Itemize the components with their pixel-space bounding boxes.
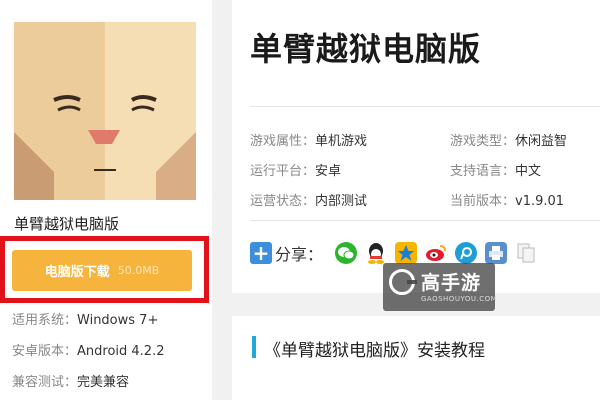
tutorial-card: 《单臂越狱电脑版》安装教程 bbox=[232, 316, 600, 400]
attr-platform: 运行平台：安卓 bbox=[250, 160, 341, 179]
meta-row-os: 适用系统：Windows 7+ bbox=[12, 309, 158, 328]
attr-key: 游戏属性： bbox=[250, 134, 316, 149]
share-label: 分享： bbox=[275, 245, 324, 264]
attr-game-property: 游戏属性：单机游戏 bbox=[250, 130, 367, 149]
divider bbox=[250, 106, 600, 107]
meta-row-android: 安卓版本：Android 4.2.2 bbox=[12, 340, 165, 359]
attr-value: 安卓 bbox=[315, 164, 342, 179]
watermark-text: 高手游 bbox=[421, 272, 482, 294]
attr-key: 运营状态： bbox=[250, 194, 316, 209]
section-accent-bar bbox=[252, 336, 256, 358]
meta-key: 安卓版本： bbox=[12, 344, 78, 359]
page-title: 单臂越狱电脑版 bbox=[250, 30, 482, 68]
attr-key: 运行平台： bbox=[250, 164, 316, 179]
attr-key: 当前版本： bbox=[450, 194, 516, 209]
attr-value: v1.9.01 bbox=[515, 194, 565, 209]
attr-version: 当前版本：v1.9.01 bbox=[450, 190, 564, 209]
bald-character-icon bbox=[14, 22, 196, 200]
download-size: 50.0MB bbox=[117, 264, 160, 277]
tutorial-title: 《单臂越狱电脑版》安装教程 bbox=[264, 341, 485, 361]
gaoshouyou-logo-icon bbox=[389, 269, 417, 295]
tencent-weibo-icon[interactable] bbox=[455, 242, 478, 264]
attr-value[interactable]: 单机游戏 bbox=[315, 134, 367, 149]
gaoshouyou-watermark: 高手游 GAOSHOUYOU.COM bbox=[383, 263, 498, 311]
pc-download-button[interactable]: 电脑版下载 50.0MB bbox=[12, 250, 192, 291]
attr-key: 支持语言： bbox=[450, 164, 516, 179]
app-icon[interactable] bbox=[14, 22, 196, 200]
meta-value: Android 4.2.2 bbox=[77, 344, 165, 359]
qq-icon[interactable] bbox=[365, 242, 388, 264]
wechat-icon[interactable] bbox=[335, 242, 358, 264]
watermark-subtext: GAOSHOUYOU.COM bbox=[421, 295, 498, 303]
game-info-card: 单臂越狱电脑版 游戏属性：单机游戏 游戏类型：休闲益智 运行平台：安卓 支持语言… bbox=[232, 0, 600, 293]
meta-key: 兼容测试： bbox=[12, 375, 78, 390]
copy-icon[interactable] bbox=[515, 242, 538, 264]
attr-game-type: 游戏类型：休闲益智 bbox=[450, 130, 567, 149]
meta-value: 完美兼容 bbox=[77, 375, 130, 390]
weibo-icon[interactable] bbox=[425, 242, 448, 264]
qzone-icon[interactable] bbox=[395, 242, 418, 264]
meta-row-compat: 兼容测试：完美兼容 bbox=[12, 371, 129, 390]
attr-value: 内部测试 bbox=[315, 194, 368, 209]
attr-language: 支持语言：中文 bbox=[450, 160, 541, 179]
app-name: 单臂越狱电脑版 bbox=[14, 215, 120, 233]
print-icon[interactable] bbox=[485, 242, 508, 264]
divider bbox=[250, 220, 600, 221]
attr-value[interactable]: 休闲益智 bbox=[515, 134, 567, 149]
attr-status: 运营状态：内部测试 bbox=[250, 190, 367, 209]
meta-value: Windows 7+ bbox=[77, 313, 159, 328]
share-plus-icon[interactable]: + bbox=[250, 242, 272, 264]
attr-value: 中文 bbox=[515, 164, 542, 179]
meta-key: 适用系统： bbox=[12, 313, 78, 328]
download-button-label: 电脑版下载 bbox=[44, 265, 110, 280]
attr-key: 游戏类型： bbox=[450, 134, 516, 149]
share-icons bbox=[335, 242, 538, 264]
